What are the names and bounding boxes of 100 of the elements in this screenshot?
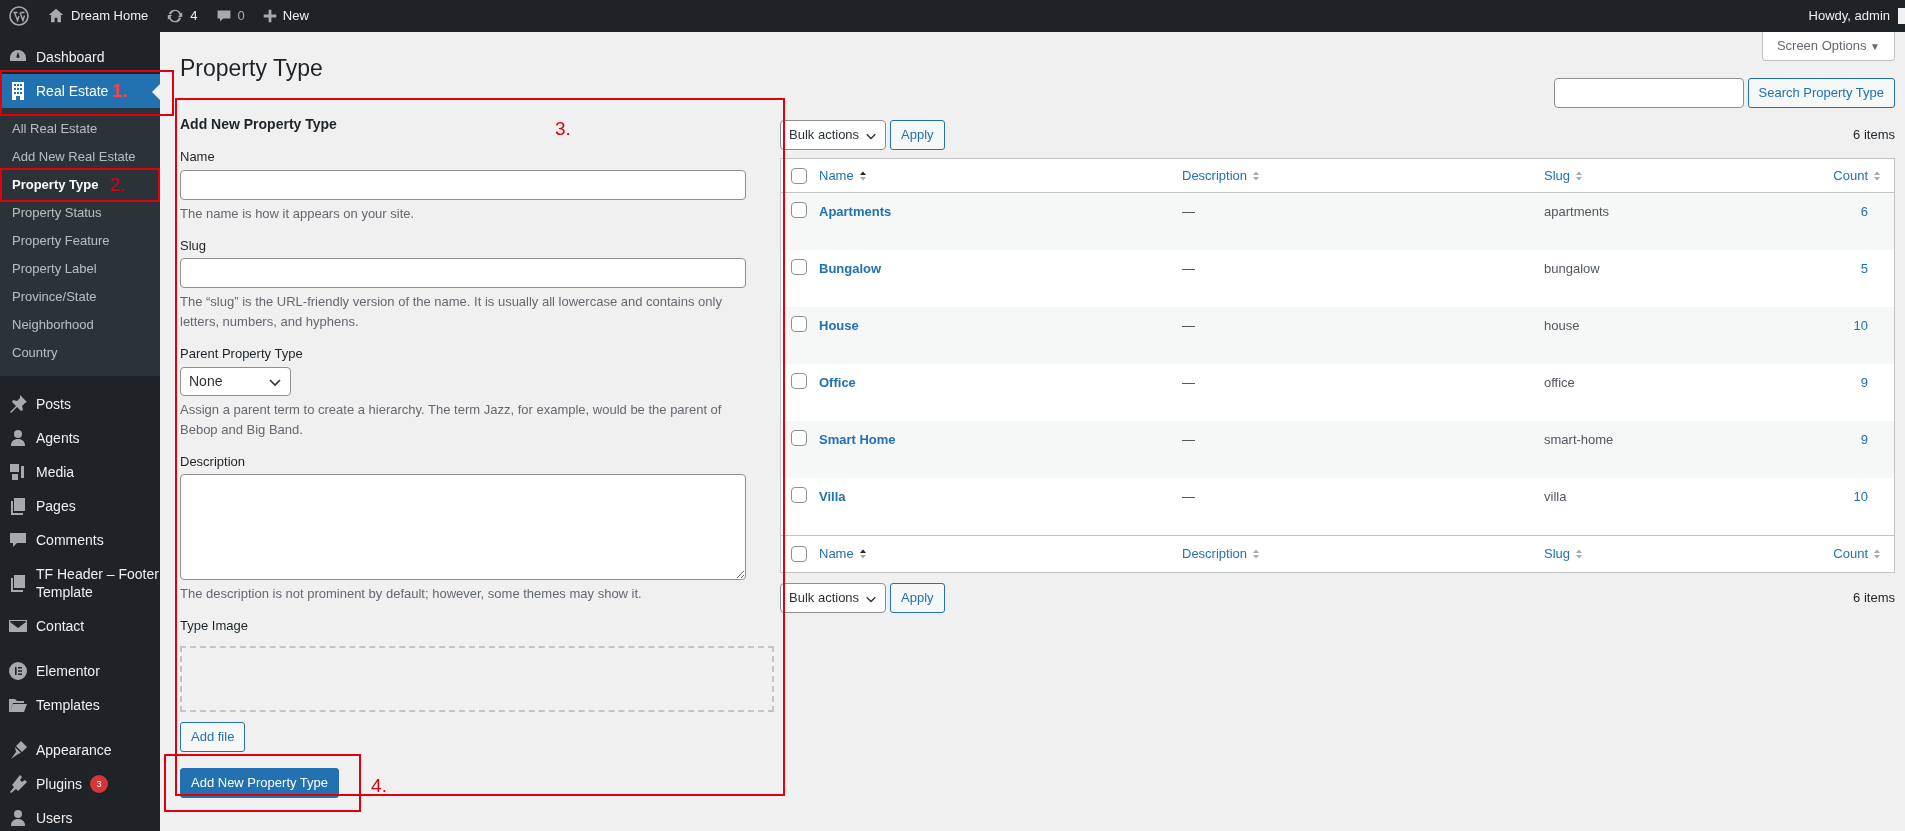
field-label: Type Image <box>180 617 249 635</box>
screen-options-button[interactable]: Screen Options ▼ <box>1761 32 1895 61</box>
table-cell: smart-home <box>1544 432 1614 447</box>
comment-count[interactable]: 0 <box>237 6 245 26</box>
help-text: The description is not prominent by default; however, some themes may show it. <box>180 585 643 603</box>
sidebar-item[interactable]: Contact <box>0 609 160 643</box>
checkbox[interactable] <box>791 487 807 503</box>
bulk-actions-dropdown[interactable]: Bulk actions <box>780 120 887 150</box>
item-count: 6 items <box>1853 126 1895 145</box>
submenu-item[interactable]: All Real Estate <box>12 121 98 136</box>
sidebar-item[interactable]: Posts <box>0 387 160 421</box>
sidebar-item[interactable]: Plugins 3 <box>0 767 160 801</box>
count-link[interactable]: 10 <box>1853 316 1882 336</box>
table-cell: bungalow <box>1544 261 1600 276</box>
column-header[interactable]: Count <box>1833 165 1882 186</box>
apply-button[interactable]: Apply <box>890 120 945 150</box>
count-link[interactable]: 9 <box>1860 373 1882 393</box>
submenu-item[interactable]: Province/State <box>12 289 97 304</box>
submenu-item[interactable]: Property Feature <box>12 233 110 248</box>
sidebar-item[interactable]: Pages <box>0 489 160 523</box>
term-name-link[interactable]: Villa <box>819 489 846 504</box>
help-text: The name is how it appears on your site. <box>180 204 416 223</box>
checkbox[interactable] <box>791 373 807 389</box>
submenu-item[interactable]: Country <box>12 345 58 360</box>
form-heading: Add New Property Type <box>180 115 337 134</box>
sidebar-item[interactable]: Agents <box>0 421 160 455</box>
count-link[interactable]: 5 <box>1860 259 1882 279</box>
column-header[interactable]: Name <box>819 544 868 564</box>
checkbox[interactable] <box>791 259 807 275</box>
pushpin-icon <box>8 394 28 414</box>
term-name-link[interactable]: Smart Home <box>819 432 896 447</box>
checkbox[interactable] <box>791 430 807 446</box>
term-name-link[interactable]: Apartments <box>819 204 892 219</box>
table-cell: — <box>1182 489 1195 504</box>
add-file-button[interactable]: Add file <box>180 721 246 752</box>
annotation-number: 1. <box>112 80 128 102</box>
submenu-item[interactable]: Add New Real Estate <box>12 149 136 164</box>
plus-icon[interactable] <box>262 9 277 23</box>
annotation-number: 4. <box>371 774 387 797</box>
pages-icon <box>8 573 28 593</box>
search-button[interactable]: Search Property Type <box>1747 78 1895 108</box>
column-header[interactable]: Description <box>1182 165 1262 186</box>
checkbox[interactable] <box>791 546 807 562</box>
update-count[interactable]: 4 <box>190 6 198 26</box>
submenu-item[interactable]: Property Type <box>12 177 99 192</box>
count-link[interactable]: 10 <box>1853 487 1882 507</box>
refresh-icon[interactable] <box>166 7 185 25</box>
page-title: Property Type <box>180 54 323 83</box>
term-name-link[interactable]: Office <box>819 375 856 390</box>
annotation-number: 3. <box>555 118 571 140</box>
home-icon[interactable] <box>47 7 65 25</box>
field-label: Name <box>180 148 216 166</box>
speech-bubble-icon[interactable] <box>215 8 232 24</box>
person-icon <box>8 428 28 448</box>
table-cell: — <box>1182 261 1195 276</box>
sidebar-item[interactable]: Appearance <box>0 733 160 767</box>
annotation-number: 2. <box>110 174 126 196</box>
term-name-link[interactable]: Bungalow <box>819 261 882 276</box>
count-link[interactable]: 9 <box>1860 430 1882 450</box>
help-text: Assign a parent term to create a hierarchy. The term Jazz, for example, would be the parent of Bebop and Big Band. <box>180 400 723 439</box>
submenu-item[interactable]: Neighborhood <box>12 317 94 332</box>
sidebar-item[interactable]: Users <box>0 801 160 831</box>
sidebar-item[interactable]: Comments <box>0 523 160 557</box>
wordpress-logo-icon[interactable] <box>9 6 29 26</box>
submit-button[interactable]: Add New Property Type <box>180 767 340 798</box>
submenu-item[interactable]: Property Label <box>12 261 97 276</box>
greeting-link[interactable]: Howdy, admin <box>1808 6 1890 26</box>
column-header[interactable]: Name <box>819 165 868 186</box>
help-text: The “slug” is the URL-friendly version of the name. It is usually all lowercase and contains only letters, numbers, and hyphens. <box>180 293 723 331</box>
table-cell: — <box>1182 318 1195 333</box>
text-field[interactable] <box>180 169 746 200</box>
column-header[interactable]: Description <box>1182 544 1262 564</box>
search-field[interactable] <box>1553 78 1744 108</box>
field-label: Slug <box>180 236 208 255</box>
count-link[interactable]: 6 <box>1860 202 1882 222</box>
term-name-link[interactable]: House <box>819 318 859 333</box>
textarea-field[interactable] <box>180 474 746 580</box>
checkbox[interactable] <box>791 202 807 218</box>
checkbox[interactable] <box>791 167 807 184</box>
brush-icon <box>8 740 28 760</box>
dropdown[interactable]: None <box>180 366 291 396</box>
column-header[interactable]: Slug <box>1544 165 1585 186</box>
apply-button[interactable]: Apply <box>890 583 945 613</box>
pages-icon <box>8 496 28 516</box>
table-cell: — <box>1182 432 1195 447</box>
sidebar-item[interactable]: Templates <box>0 688 160 722</box>
submenu-item[interactable]: Property Status <box>12 205 102 220</box>
table-cell: — <box>1182 375 1195 390</box>
sidebar-item[interactable]: Elementor <box>0 654 160 688</box>
new-link[interactable]: New <box>282 6 309 26</box>
checkbox[interactable] <box>791 316 807 332</box>
sidebar-item[interactable]: TF Header – Footer Template <box>0 557 160 609</box>
circle-e-icon <box>8 661 28 681</box>
column-header[interactable]: Slug <box>1544 544 1585 564</box>
sidebar-item[interactable]: Media <box>0 455 160 489</box>
text-field[interactable] <box>180 258 746 288</box>
site-name-link[interactable]: Dream Home <box>71 6 149 26</box>
bulk-actions-dropdown[interactable]: Bulk actions <box>780 583 887 613</box>
sidebar-item[interactable]: Dashboard <box>0 40 160 74</box>
column-header[interactable]: Count <box>1833 544 1882 564</box>
